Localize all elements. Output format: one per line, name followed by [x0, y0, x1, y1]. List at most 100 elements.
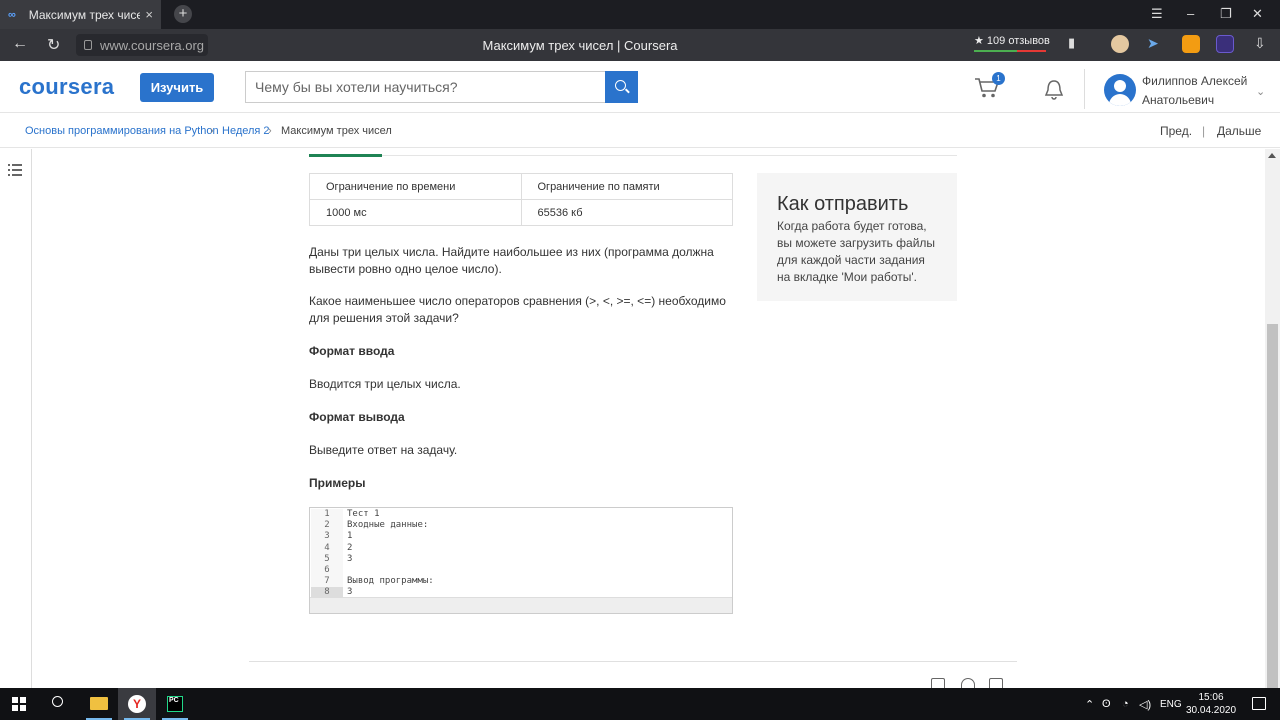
- input-format-text: Вводится три целых числа.: [309, 377, 461, 391]
- pycharm-icon: PC: [167, 696, 183, 712]
- like-icon[interactable]: [931, 678, 945, 688]
- side-rail: [0, 149, 32, 689]
- code-line: 2 Входные данные:: [311, 520, 733, 532]
- example-code-block[interactable]: 1 Тест 1 2 Входные данные: 3 1 4 2 5 3 6 7 Вывод про…: [309, 507, 733, 614]
- clock-date: 30.04.2020: [1186, 705, 1237, 716]
- volume-icon[interactable]: ◁): [1139, 698, 1151, 711]
- code-line: 6: [311, 564, 733, 577]
- search-button[interactable]: [605, 71, 638, 103]
- yandex-browser-icon: Y: [128, 695, 146, 713]
- output-format-heading: Формат вывода: [309, 410, 405, 424]
- close-window-button[interactable]: ✕: [1252, 6, 1263, 22]
- browser-tab[interactable]: ∞ Максимум трех чисел | C ×: [0, 0, 161, 29]
- code-line-number: 5: [311, 553, 343, 565]
- code-line-text: Тест 1: [347, 509, 380, 519]
- code-block-footer: [310, 597, 732, 613]
- header-divider: [1084, 69, 1085, 109]
- discuss-icon[interactable]: [961, 678, 975, 688]
- content-bottom-divider: [249, 661, 1017, 662]
- code-line-number: 1: [311, 509, 343, 521]
- user-avatar[interactable]: [1104, 74, 1136, 106]
- code-line-number: 6: [311, 564, 343, 577]
- input-format-heading: Формат ввода: [309, 344, 395, 358]
- active-tab-indicator: [309, 154, 382, 157]
- breadcrumb-current: Максимум трех чисел: [281, 125, 392, 137]
- tab-close-icon[interactable]: ×: [145, 7, 153, 22]
- taskbar-clock[interactable]: 15:06 30.04.2020: [1186, 691, 1236, 717]
- next-link[interactable]: Дальше: [1217, 124, 1261, 138]
- code-line-number: 2: [311, 520, 343, 532]
- memory-limit-header: Ограничение по памяти: [520, 173, 733, 200]
- file-explorer-app[interactable]: [80, 688, 118, 720]
- new-tab-button[interactable]: +: [174, 5, 192, 23]
- notifications-bell-icon[interactable]: [1044, 79, 1064, 101]
- windows-taskbar: Y PC ⌃ ʘ ◔ ◁) ENG 15:06 30.04.2020: [0, 688, 1280, 720]
- page-scrollbar[interactable]: [1265, 149, 1280, 689]
- language-indicator[interactable]: ENG: [1160, 699, 1182, 710]
- wifi-icon[interactable]: ◔: [1122, 698, 1129, 710]
- chevron-down-icon[interactable]: ⌄: [1256, 85, 1265, 98]
- windows-start-icon[interactable]: [12, 697, 26, 711]
- flag-icon[interactable]: [989, 678, 1003, 688]
- code-line-number: 3: [311, 531, 343, 543]
- bookmark-icon[interactable]: ▮: [1068, 35, 1075, 51]
- tray-chevron-up-icon[interactable]: ⌃: [1085, 698, 1094, 711]
- search-input[interactable]: [245, 71, 606, 103]
- reviews-rating-bar: [974, 50, 1046, 52]
- send-icon[interactable]: ➤: [1147, 35, 1159, 52]
- problem-question: Какое наименьшее число операторов сравне…: [309, 294, 726, 325]
- restore-button[interactable]: ❐: [1220, 6, 1232, 22]
- menu-icon[interactable]: ☰: [1151, 6, 1163, 22]
- problem-statement: Даны три целых числа. Найдите наибольшее…: [309, 245, 714, 276]
- minimize-button[interactable]: –: [1187, 6, 1194, 21]
- pycharm-app[interactable]: PC: [156, 688, 194, 720]
- reviews-button[interactable]: ★ 109 отзывов: [974, 34, 1050, 52]
- course-outline-list-icon[interactable]: [8, 164, 22, 179]
- extension-avatar-icon[interactable]: [1111, 35, 1129, 53]
- how-to-submit-text: Когда работа будет готова, вы можете заг…: [777, 219, 936, 284]
- taskbar-search-icon[interactable]: [52, 696, 63, 707]
- code-line-text: 2: [347, 542, 353, 553]
- extension-icon[interactable]: [1216, 35, 1234, 53]
- code-line: 31: [311, 531, 733, 543]
- scroll-up-arrow-icon[interactable]: [1268, 153, 1276, 158]
- reviews-label: ★ 109 отзывов: [974, 35, 1050, 47]
- tab-title: Максимум трех чисел | C: [28, 7, 141, 22]
- code-line: 7 Вывод программы:: [311, 576, 733, 588]
- code-line: 1 Тест 1: [311, 509, 733, 521]
- chevron-right-icon: ›: [210, 125, 214, 137]
- breadcrumb: Основы программирования на Python › Неде…: [0, 113, 1280, 148]
- folder-icon: [90, 697, 108, 710]
- memory-limit-value: 65536 кб: [520, 199, 733, 226]
- download-icon[interactable]: ⇩: [1254, 35, 1266, 52]
- scrollbar-thumb[interactable]: [1267, 324, 1278, 689]
- prev-link[interactable]: Пред.: [1160, 124, 1192, 138]
- clock-time: 15:06: [1198, 692, 1224, 703]
- chat-extension-icon[interactable]: [1182, 35, 1200, 53]
- browser-tab-strip: ∞ Максимум трех чисел | C × + ☰ – ❐ ✕: [0, 0, 1280, 29]
- content-tabs-divider: [309, 155, 957, 156]
- coursera-header: coursera Изучить 1 Филиппов Алексей Анат…: [0, 61, 1280, 113]
- notifications-center-icon[interactable]: [1252, 697, 1266, 710]
- code-line-number: 7: [311, 576, 343, 588]
- user-name[interactable]: Филиппов Алексей Анатольевич: [1142, 72, 1252, 110]
- code-line-number: 4: [311, 542, 343, 554]
- code-lines: 1 Тест 1 2 Входные данные: 3 1 4 2 5 3 6 7 Вывод про…: [311, 509, 733, 599]
- code-line: 42: [311, 542, 733, 554]
- code-line: 53: [311, 553, 733, 565]
- breadcrumb-week-link[interactable]: Неделя 2: [222, 125, 270, 137]
- network-icon[interactable]: ʘ: [1102, 698, 1111, 710]
- output-format-text: Выведите ответ на задачу.: [309, 443, 458, 457]
- coursera-logo[interactable]: coursera: [19, 74, 114, 100]
- table-row: Ограничение по времени Ограничение по па…: [309, 173, 733, 200]
- code-line-text: Вывод программы:: [347, 576, 434, 587]
- code-line-text: Входные данные:: [347, 520, 429, 531]
- coursera-favicon-icon: ∞: [8, 8, 16, 21]
- breadcrumb-course-link[interactable]: Основы программирования на Python: [25, 125, 219, 137]
- address-bar: ← ↻ www.coursera.org Максимум трех чисел…: [0, 29, 1280, 61]
- limits-table: Ограничение по времени Ограничение по па…: [309, 173, 733, 226]
- yandex-browser-app[interactable]: Y: [118, 688, 156, 720]
- chevron-right-icon: ›: [268, 125, 272, 137]
- explore-button[interactable]: Изучить: [140, 73, 214, 102]
